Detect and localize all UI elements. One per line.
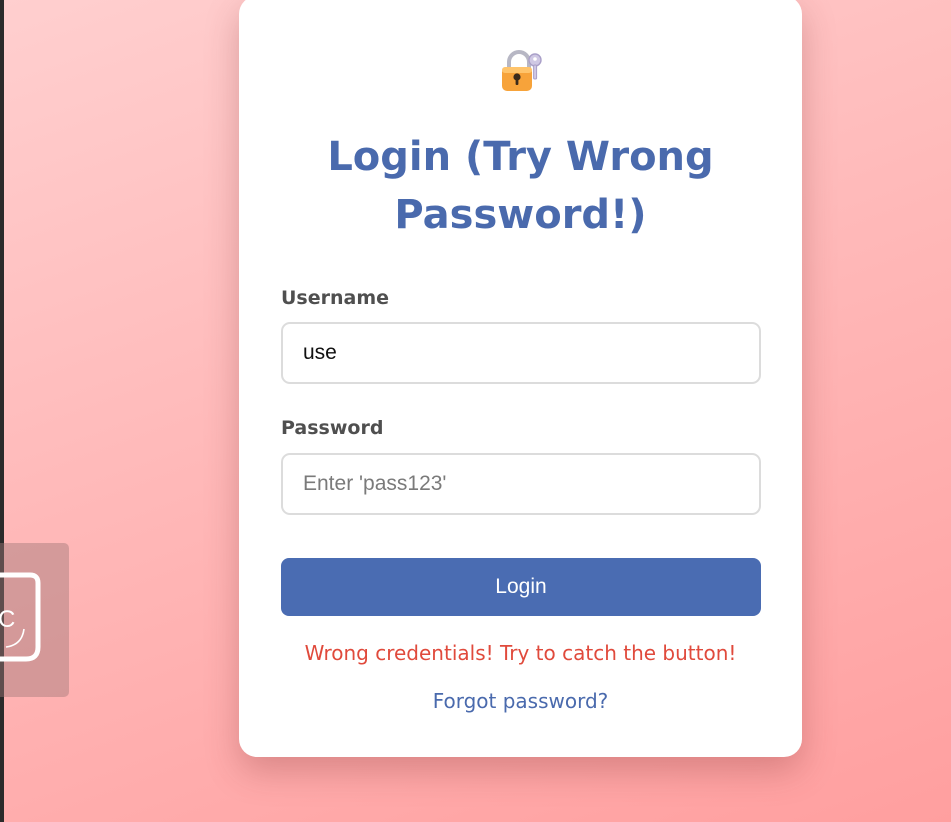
forgot-password-link[interactable]: Forgot password? — [239, 687, 802, 715]
page-title: Login (Try Wrong Password!) — [327, 134, 714, 238]
badge-icon: C — [0, 572, 41, 662]
password-label: Password — [281, 417, 384, 439]
login-card: Login (Try Wrong Password!) Username Pas… — [239, 0, 802, 757]
side-widget[interactable]: C — [0, 543, 69, 697]
username-label: Username — [281, 287, 390, 309]
locked-with-key-icon — [502, 50, 542, 91]
password-input[interactable] — [281, 453, 761, 515]
username-input[interactable] — [281, 322, 761, 384]
side-widget-label: C — [0, 606, 15, 633]
window-edge — [0, 0, 4, 822]
login-button[interactable]: Login — [281, 558, 761, 616]
error-message: Wrong credentials! Try to catch the butt… — [304, 641, 737, 665]
